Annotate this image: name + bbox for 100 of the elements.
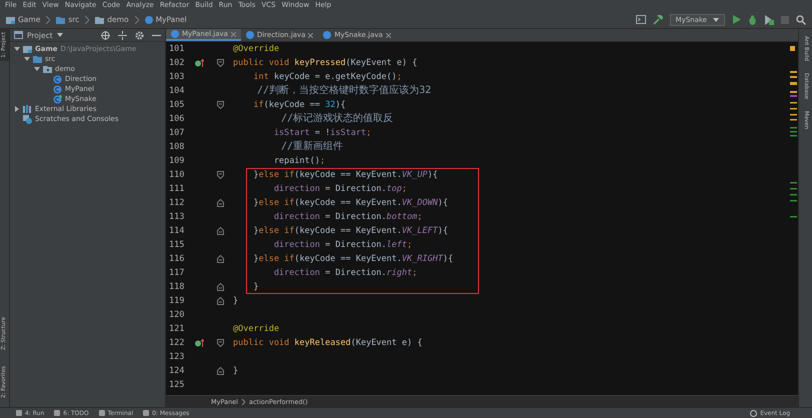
code-line: } bbox=[252, 281, 259, 294]
line-number: 111 bbox=[168, 184, 186, 194]
scratch-icon bbox=[23, 114, 32, 124]
code-line: } bbox=[233, 365, 238, 378]
line-number: 112 bbox=[168, 198, 186, 208]
code-line: direction = Direction.right; bbox=[272, 267, 418, 280]
line-number: 106 bbox=[168, 114, 186, 124]
chevron-icon bbox=[242, 398, 245, 404]
search-icon[interactable] bbox=[796, 14, 806, 24]
fold-marker-icon[interactable] bbox=[217, 297, 224, 305]
line-number: 121 bbox=[168, 324, 186, 334]
fold-marker-icon[interactable] bbox=[217, 227, 224, 235]
coverage-icon[interactable] bbox=[764, 14, 774, 24]
fold-marker-icon[interactable] bbox=[217, 59, 224, 67]
line-number: 103 bbox=[168, 72, 186, 82]
line-number: 105 bbox=[168, 100, 186, 110]
tool-icon bbox=[16, 410, 22, 416]
line-number: 116 bbox=[168, 254, 186, 264]
module-icon bbox=[6, 16, 15, 24]
chevron-icon bbox=[134, 16, 139, 24]
hammer-icon[interactable] bbox=[652, 14, 663, 24]
code-line: direction = Direction.top; bbox=[272, 183, 408, 196]
code-line: //标记游戏状态的值取反 bbox=[280, 112, 394, 126]
caret-icon bbox=[56, 33, 63, 37]
expanded-arrow-icon[interactable] bbox=[14, 46, 20, 52]
line-number: 115 bbox=[168, 240, 186, 250]
caret-icon bbox=[713, 18, 719, 22]
folder-icon bbox=[95, 16, 104, 24]
class-icon bbox=[246, 31, 254, 39]
panel-icon bbox=[14, 31, 23, 39]
expanded-arrow-icon[interactable] bbox=[24, 56, 30, 62]
fold-marker-icon[interactable] bbox=[217, 367, 224, 375]
target-icon[interactable] bbox=[101, 30, 110, 40]
code-line: //判断，当按空格键时数字值应该为32 bbox=[256, 84, 432, 98]
line-number: 101 bbox=[168, 44, 186, 54]
line-number: 123 bbox=[168, 352, 186, 362]
line-number: 119 bbox=[168, 296, 186, 306]
class-icon bbox=[53, 84, 62, 94]
line-number: 124 bbox=[168, 366, 186, 376]
class-icon bbox=[53, 74, 62, 84]
override-marker-icon[interactable] bbox=[195, 339, 204, 347]
code-line: int keyCode = e.getKeyCode(); bbox=[252, 71, 402, 84]
code-line: } bbox=[233, 295, 238, 308]
class-icon bbox=[144, 16, 153, 24]
bug-icon[interactable] bbox=[748, 14, 757, 24]
line-number: 113 bbox=[168, 212, 186, 222]
line-number: 117 bbox=[168, 268, 186, 278]
close-icon[interactable] bbox=[230, 32, 236, 36]
line-number: 125 bbox=[168, 380, 186, 390]
code-line: }else if(keyCode == KeyEvent.VK_DOWN){ bbox=[252, 197, 448, 210]
folder-icon bbox=[56, 16, 66, 24]
fold-marker-icon[interactable] bbox=[217, 283, 224, 291]
code-line: direction = Direction.left; bbox=[272, 239, 412, 252]
module-icon bbox=[23, 45, 32, 53]
collapse-icon[interactable] bbox=[118, 30, 127, 40]
fold-marker-icon[interactable] bbox=[217, 101, 224, 109]
line-number: 110 bbox=[168, 170, 186, 180]
class-icon bbox=[171, 30, 179, 38]
run-icon[interactable] bbox=[732, 15, 741, 24]
event-log-icon bbox=[750, 410, 758, 416]
tool-icon bbox=[143, 410, 150, 416]
line-number: 120 bbox=[168, 310, 186, 320]
chevron-icon bbox=[46, 16, 50, 24]
fold-marker-icon[interactable] bbox=[217, 339, 224, 347]
class-icon bbox=[53, 94, 62, 104]
code-line: direction = Direction.bottom; bbox=[272, 211, 422, 224]
line-number: 118 bbox=[168, 282, 186, 292]
expanded-arrow-icon[interactable] bbox=[34, 66, 40, 72]
fold-marker-icon[interactable] bbox=[217, 199, 224, 207]
tool-icon bbox=[54, 410, 60, 416]
line-number: 104 bbox=[168, 86, 186, 96]
chevron-icon bbox=[85, 16, 90, 24]
line-number: 109 bbox=[168, 156, 186, 166]
code-line: public void keyReleased(KeyEvent e) { bbox=[233, 337, 422, 350]
tool-icon bbox=[98, 410, 105, 416]
code-line: repaint(); bbox=[272, 155, 326, 168]
collapsed-arrow-icon[interactable] bbox=[14, 106, 20, 112]
code-line: public void keyPressed(KeyEvent e) { bbox=[233, 57, 418, 70]
code-line: @Override bbox=[233, 323, 280, 336]
line-number: 108 bbox=[168, 142, 186, 152]
settings-icon[interactable] bbox=[135, 30, 144, 40]
line-number: 102 bbox=[168, 58, 186, 68]
override-marker-icon[interactable] bbox=[195, 59, 204, 67]
code-line: }else if(keyCode == KeyEvent.VK_RIGHT){ bbox=[252, 253, 454, 266]
code-line: //重新画组件 bbox=[280, 140, 344, 154]
code-line: }else if(keyCode == KeyEvent.VK_LEFT){ bbox=[252, 225, 448, 238]
code-line: if(keyCode == 32){ bbox=[252, 99, 346, 112]
fold-marker-icon[interactable] bbox=[217, 171, 224, 179]
terminal-icon[interactable] bbox=[636, 15, 646, 24]
line-number: 122 bbox=[168, 338, 186, 348]
package-icon bbox=[43, 65, 52, 73]
folder-icon bbox=[33, 55, 42, 63]
line-number: 107 bbox=[168, 128, 186, 138]
close-icon[interactable] bbox=[386, 32, 391, 38]
fold-marker-icon[interactable] bbox=[217, 255, 224, 263]
library-icon bbox=[23, 105, 32, 113]
class-icon bbox=[323, 31, 332, 39]
code-line: @Override bbox=[233, 43, 280, 56]
close-icon[interactable] bbox=[308, 32, 314, 38]
code-line: }else if(keyCode == KeyEvent.VK_UP){ bbox=[252, 169, 438, 182]
